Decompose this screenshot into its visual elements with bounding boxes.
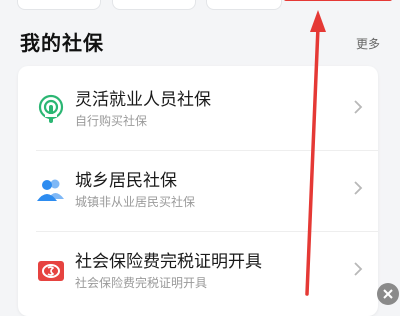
close-icon bbox=[383, 289, 393, 299]
item-title: 灵活就业人员社保 bbox=[75, 90, 211, 110]
list-item-urban-rural-resident[interactable]: 城乡居民社保 城镇非从业居民买社保 bbox=[18, 151, 378, 231]
close-button[interactable] bbox=[377, 283, 399, 305]
top-shortcut-row bbox=[0, 0, 400, 10]
tax-certificate-icon bbox=[38, 261, 64, 281]
item-subtitle: 城镇非从业居民买社保 bbox=[75, 195, 196, 209]
social-insurance-card: 灵活就业人员社保 自行购买社保 城乡居民社保 城镇非从业居民买社保 社会保险费完… bbox=[18, 66, 378, 316]
item-subtitle: 自行购买社保 bbox=[75, 114, 148, 128]
item-title: 城乡居民社保 bbox=[75, 171, 177, 191]
chevron-right-icon bbox=[354, 262, 363, 276]
chevron-right-icon bbox=[354, 181, 363, 195]
user-group-icon bbox=[37, 179, 64, 201]
shortcut-chip[interactable] bbox=[17, 0, 101, 10]
chevron-right-icon bbox=[354, 100, 363, 114]
shortcut-chip[interactable] bbox=[112, 0, 196, 10]
list-item-tax-certificate[interactable]: 社会保险费完税证明开具 社会保险费完税证明开具 bbox=[18, 232, 378, 312]
section-title: 我的社保 bbox=[20, 31, 104, 55]
more-link[interactable]: 更多 bbox=[356, 35, 380, 52]
item-title: 社会保险费完税证明开具 bbox=[75, 252, 262, 272]
item-subtitle: 社会保险费完税证明开具 bbox=[75, 276, 208, 290]
shortcut-chip[interactable] bbox=[206, 0, 282, 10]
highlighted-shortcut-chip[interactable] bbox=[284, 0, 392, 1]
list-item-flexible-employment[interactable]: 灵活就业人员社保 自行购买社保 bbox=[18, 70, 378, 150]
podcast-broadcast-icon bbox=[38, 94, 64, 123]
